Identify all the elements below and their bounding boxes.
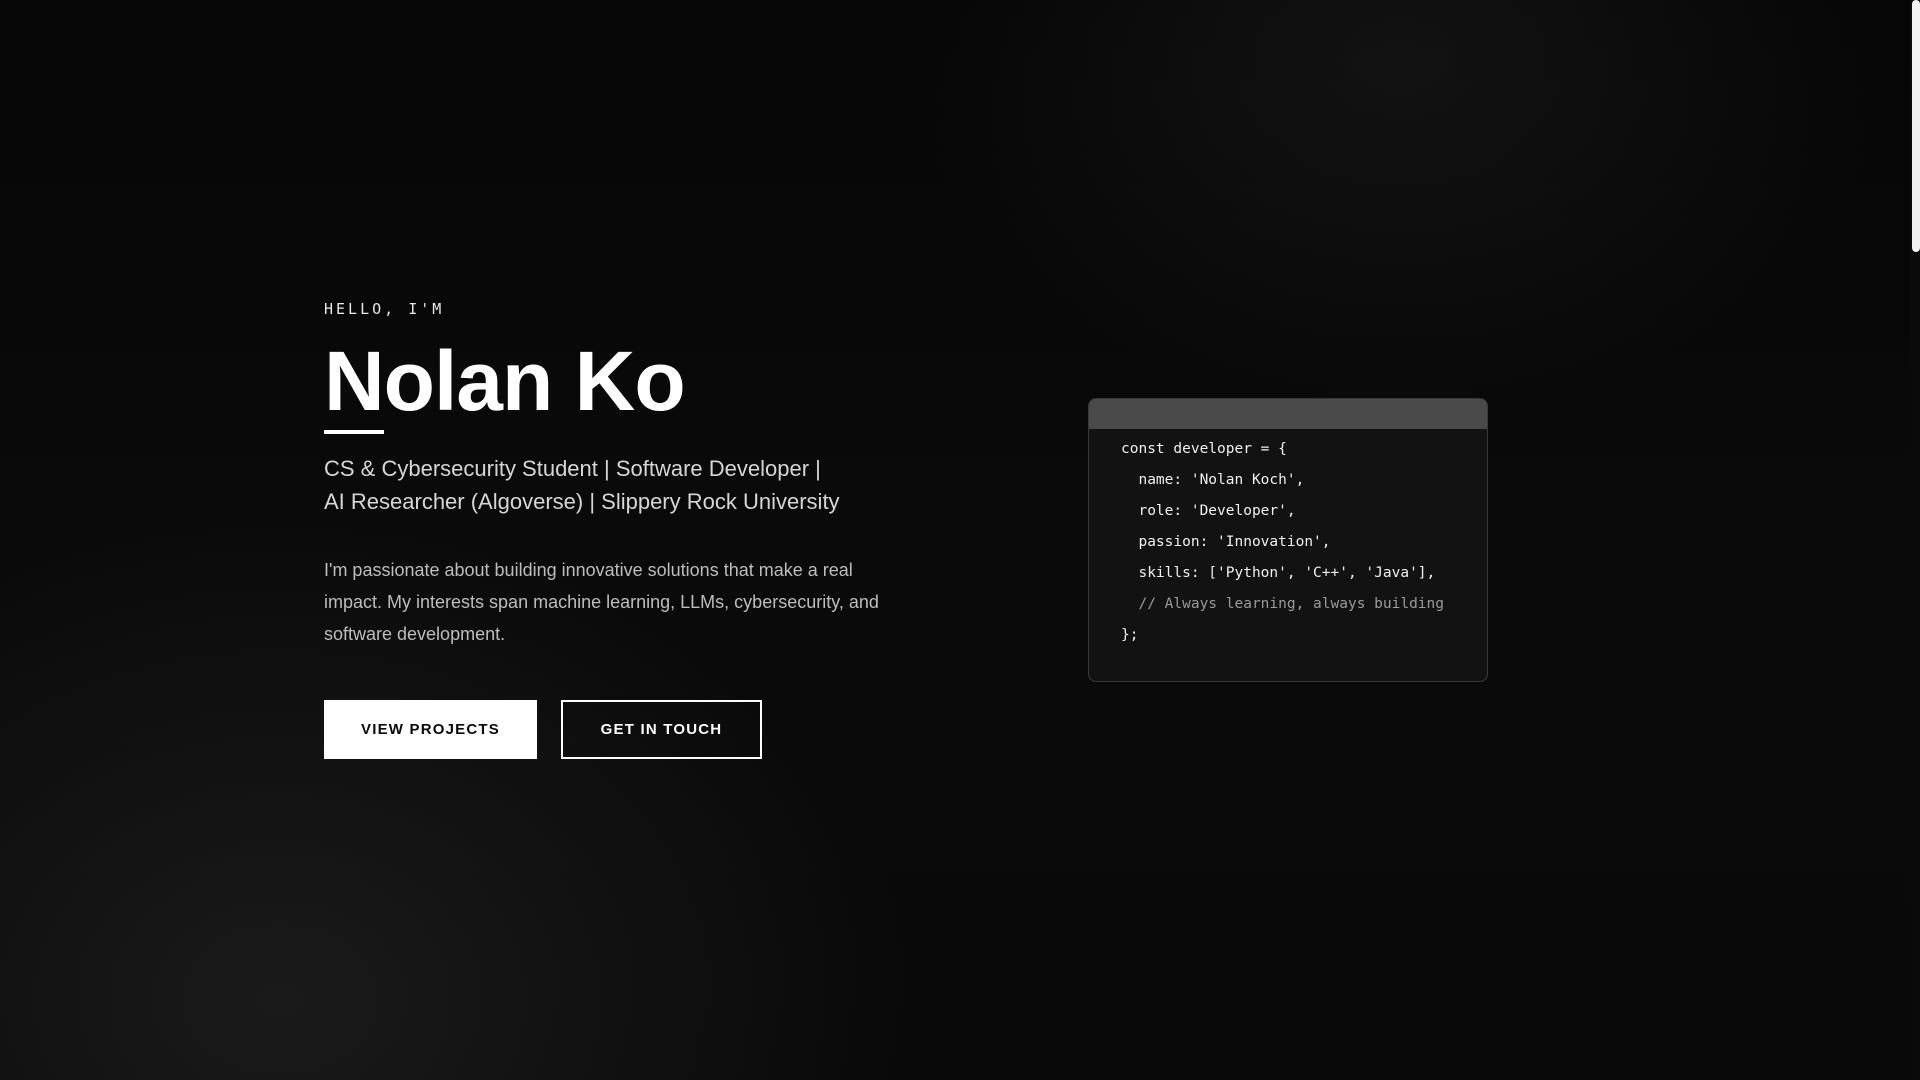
hero-name: Nolan Ko <box>324 334 686 428</box>
code-line: passion: 'Innovation', <box>1121 534 1331 550</box>
view-projects-button[interactable]: VIEW PROJECTS <box>324 700 537 759</box>
name-underline <box>324 430 384 434</box>
code-line: const developer = { <box>1121 441 1287 457</box>
code-window-titlebar <box>1089 399 1487 429</box>
code-line: skills: ['Python', 'C++', 'Java'], <box>1121 565 1436 581</box>
hero-tagline: CS & Cybersecurity Student | Software De… <box>324 456 840 514</box>
scrollbar-thumb[interactable] <box>1912 0 1920 252</box>
code-window: const developer = { name: 'Nolan Koch', … <box>1088 398 1488 682</box>
code-comment-line: // Always learning, always building <box>1121 596 1445 612</box>
code-line: name: 'Nolan Koch', <box>1121 472 1305 488</box>
get-in-touch-button[interactable]: GET IN TOUCH <box>561 700 762 759</box>
code-line: }; <box>1121 627 1139 643</box>
code-body: const developer = { name: 'Nolan Koch', … <box>1089 429 1487 651</box>
page-background: HELLO, I'M Nolan Ko CS & Cybersecurity S… <box>0 0 1910 1080</box>
hero-actions: VIEW PROJECTS GET IN TOUCH <box>324 700 924 759</box>
hero-section: HELLO, I'M Nolan Ko CS & Cybersecurity S… <box>324 298 924 759</box>
code-line: role: 'Developer', <box>1121 503 1296 519</box>
hero-greeting: HELLO, I'M <box>324 300 445 318</box>
hero-bio: I'm passionate about building innovative… <box>324 560 879 644</box>
